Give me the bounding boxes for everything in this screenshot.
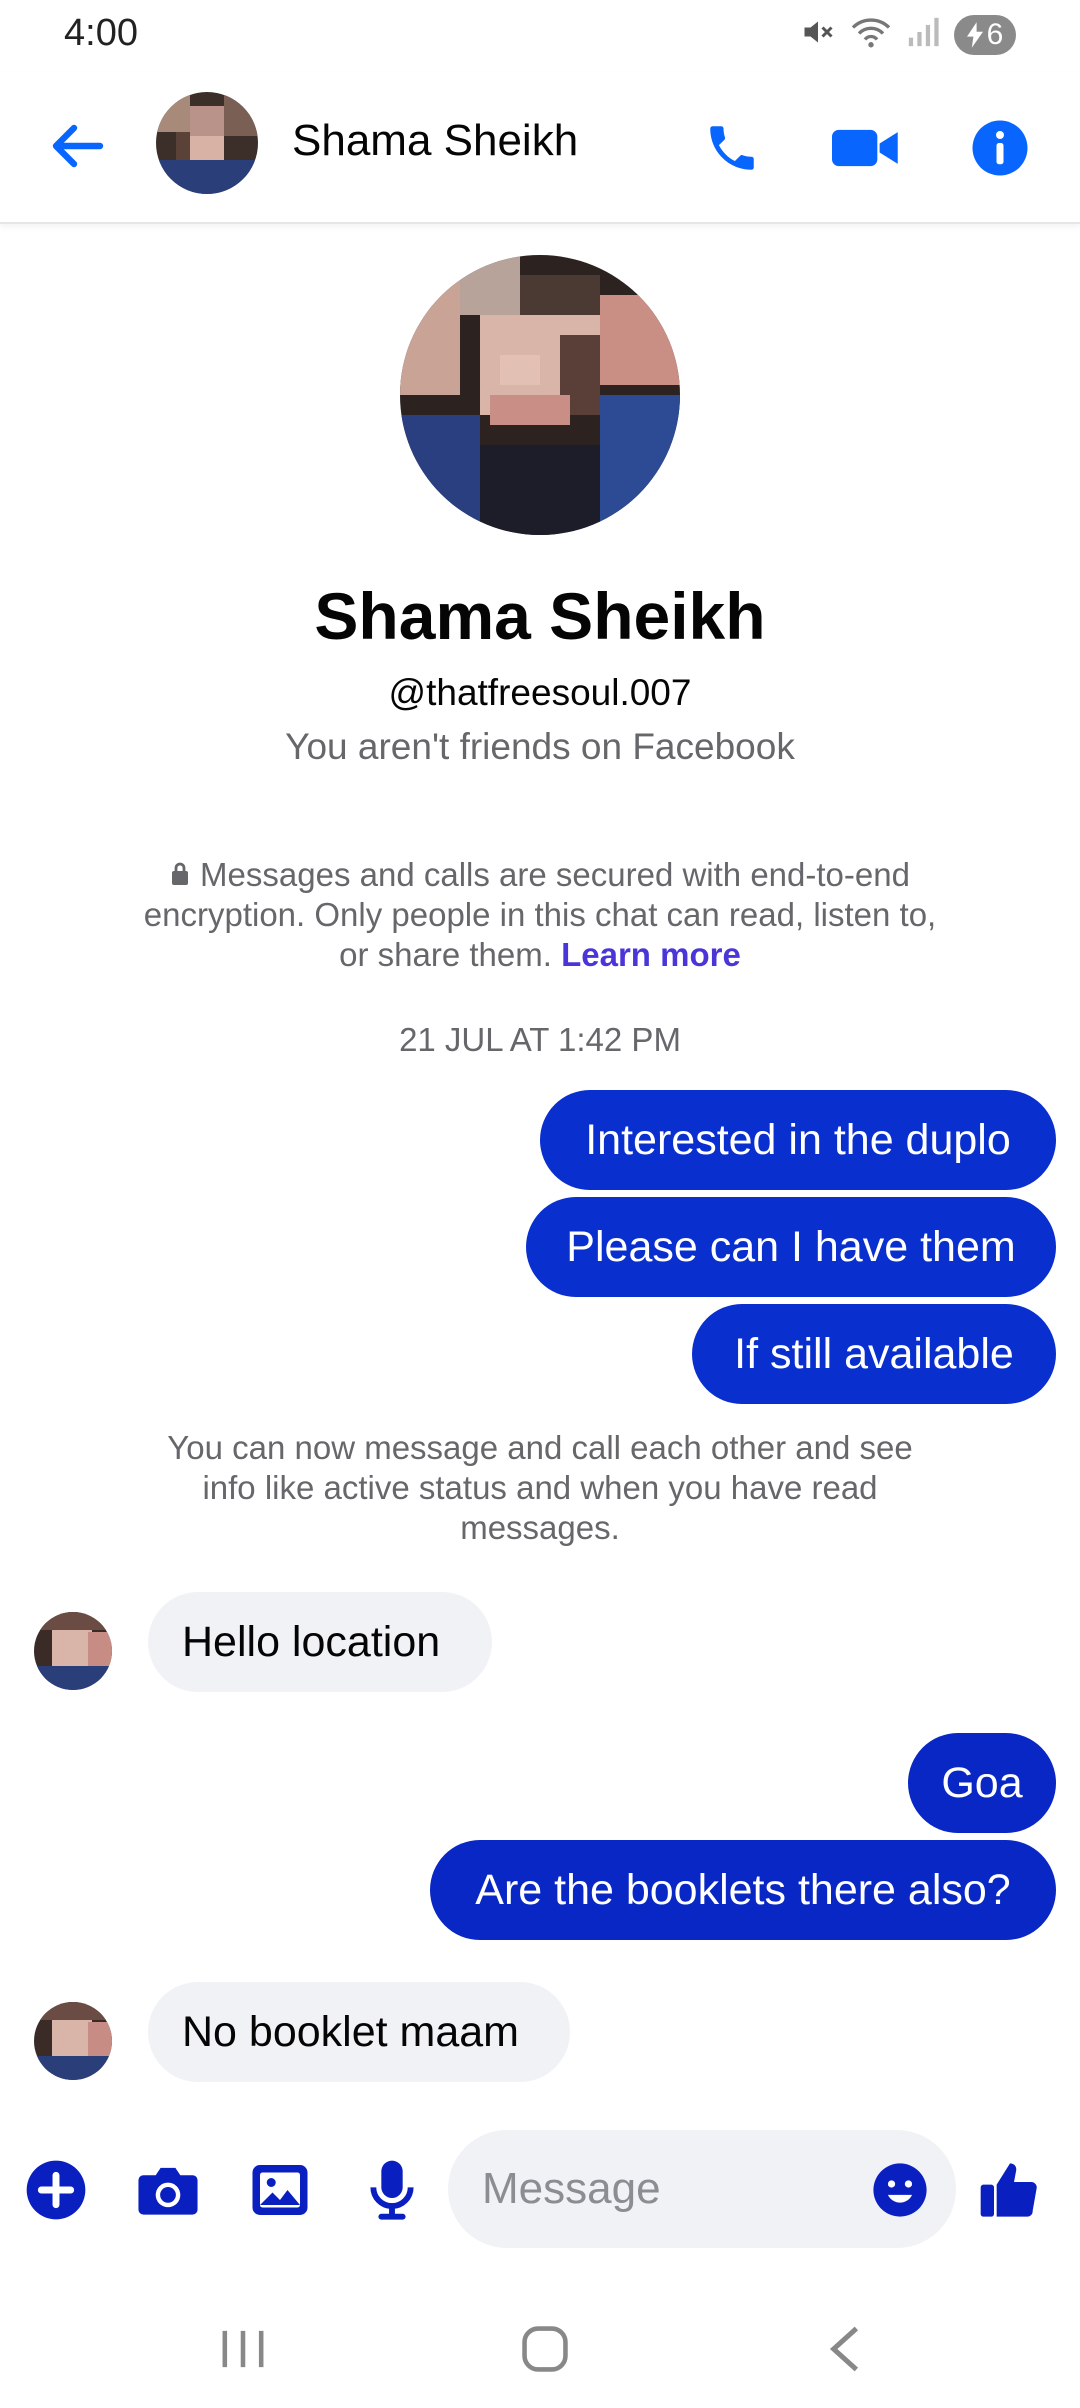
info-button[interactable] (960, 108, 1040, 188)
battery-charging-icon: 6 (954, 14, 1016, 55)
back-button[interactable] (44, 118, 108, 174)
profile-avatar[interactable] (400, 255, 680, 535)
system-note: You can now message and call each other … (167, 1429, 913, 1546)
message-field[interactable] (448, 2130, 956, 2248)
camera-button[interactable] (132, 2154, 204, 2226)
video-camera-icon (832, 129, 898, 167)
system-back-button[interactable] (800, 2314, 890, 2384)
microphone-icon (370, 2160, 414, 2220)
wifi-icon (850, 14, 892, 55)
profile-handle: @thatfreesoul.007 (388, 672, 692, 713)
outgoing-message[interactable]: If still available (692, 1304, 1056, 1404)
friend-status: You aren't friends on Facebook (285, 726, 795, 767)
plus-icon (26, 2160, 86, 2220)
system-navigation-bar (0, 2290, 1080, 2408)
emoji-button[interactable] (870, 2160, 930, 2220)
home-icon (522, 2326, 568, 2372)
video-call-button[interactable] (826, 108, 906, 188)
voice-clip-button[interactable] (356, 2154, 428, 2226)
status-icons: 6 (800, 14, 1016, 55)
signal-icon (906, 15, 940, 54)
learn-more-link[interactable]: Learn more (561, 936, 741, 973)
battery-level: 6 (986, 17, 1004, 51)
info-icon (972, 120, 1028, 176)
status-bar: 4:00 6 (0, 0, 1080, 72)
contact-avatar[interactable] (156, 92, 258, 194)
profile-name: Shama Sheikh (314, 579, 766, 653)
sender-avatar[interactable] (34, 1612, 112, 1690)
thumbs-up-icon (980, 2163, 1037, 2217)
like-button[interactable] (974, 2154, 1046, 2226)
recent-apps-button[interactable] (198, 2314, 288, 2384)
message-composer (0, 2126, 1080, 2252)
recent-apps-icon (222, 2330, 264, 2368)
incoming-message[interactable]: No booklet maam (148, 1982, 570, 2082)
gallery-icon (252, 2165, 308, 2215)
incoming-message[interactable]: Hello location (148, 1592, 492, 1692)
phone-icon (710, 126, 754, 170)
contact-name[interactable]: Shama Sheikh (292, 116, 578, 166)
outgoing-message[interactable]: Please can I have them (526, 1197, 1056, 1297)
message-timestamp: 21 JUL AT 1:42 PM (399, 1021, 681, 1058)
home-button[interactable] (500, 2314, 590, 2384)
gallery-button[interactable] (244, 2154, 316, 2226)
mute-icon (800, 14, 836, 55)
chevron-left-icon (829, 2326, 859, 2372)
conversation-header: Shama Sheikh (0, 72, 1080, 224)
sender-avatar[interactable] (34, 2002, 112, 2080)
emoji-icon (873, 2163, 927, 2217)
outgoing-message[interactable]: Are the booklets there also? (430, 1840, 1056, 1940)
outgoing-message[interactable]: Interested in the duplo (540, 1090, 1056, 1190)
encryption-notice: Messages and calls are secured with end-… (140, 855, 940, 975)
voice-call-button[interactable] (692, 108, 772, 188)
back-arrow-icon (52, 124, 104, 168)
status-time: 4:00 (64, 12, 138, 54)
lock-icon (170, 854, 190, 894)
camera-icon (138, 2167, 198, 2215)
encryption-text: Messages and calls are secured with end-… (143, 856, 937, 973)
message-input[interactable] (482, 2130, 842, 2248)
more-actions-button[interactable] (20, 2154, 92, 2226)
outgoing-message[interactable]: Goa (908, 1733, 1056, 1833)
